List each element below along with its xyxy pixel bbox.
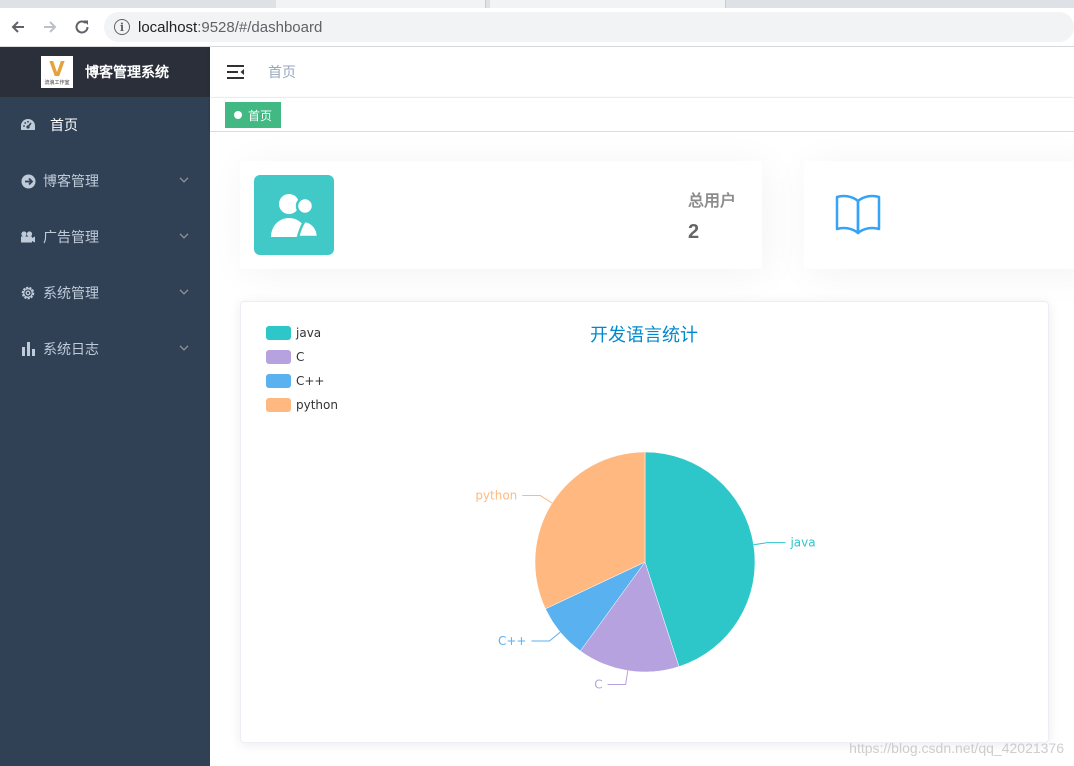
chart-title: 开发语言统计 (590, 325, 698, 346)
legend-swatch-cpp[interactable] (266, 374, 291, 388)
browser-tab[interactable] (490, 0, 726, 8)
pie-label-line-c (607, 670, 629, 685)
tag-active-dot (234, 111, 242, 119)
sidebar-logo[interactable]: V 流浪工作室 博客管理系统 (0, 47, 210, 97)
panel-articles[interactable] (804, 161, 1074, 269)
bar-chart-icon (20, 341, 36, 357)
logo-title: 博客管理系统 (85, 64, 169, 80)
menu-fold-icon (227, 65, 244, 79)
breadcrumb: 首页 (268, 64, 296, 80)
book-icon (835, 194, 881, 235)
legend-swatch-java[interactable] (266, 326, 291, 340)
reload-icon (75, 20, 89, 34)
hamburger-button[interactable] (226, 62, 246, 82)
sidebar-item-label: 博客管理 (43, 173, 99, 189)
sidebar-item-blog[interactable]: 博客管理 (0, 153, 210, 209)
sidebar-item-label: 广告管理 (43, 229, 99, 245)
panel-value: 2 (687, 221, 700, 243)
logo-image: V 流浪工作室 (41, 56, 73, 88)
pie-label-c: C (594, 677, 602, 691)
gear-icon (20, 285, 36, 301)
legend-label-python[interactable]: python (296, 398, 338, 412)
sidebar-item-label: 首页 (50, 117, 78, 133)
navbar: 首页 (210, 47, 1074, 97)
pie-label-python: python (475, 489, 517, 503)
logo-caption: 流浪工作室 (44, 80, 70, 86)
pie-label-line-python (522, 495, 553, 504)
sidebar: V 流浪工作室 博客管理系统 首页 博客管理 广告管理 系统管理 系统日志 (0, 47, 210, 766)
sidebar-item-ads[interactable]: 广告管理 (0, 209, 210, 265)
dashboard-icon (20, 117, 36, 133)
panel-users[interactable]: 总用户 2 (240, 161, 762, 269)
chevron-down-icon (179, 345, 189, 351)
browser-toolbar: i localhost:9528/#/dashboard (0, 8, 1074, 47)
legend-label-java[interactable]: java (295, 326, 321, 340)
dashboard: 总用户 2 开发语言统计 java C C++ python java C C++ pyth… (210, 132, 1074, 766)
chevron-down-icon (179, 233, 189, 239)
back-button[interactable] (4, 13, 32, 41)
url-path: :9528/#/dashboard (197, 18, 323, 36)
sidebar-item-system[interactable]: 系统管理 (0, 265, 210, 321)
address-bar[interactable]: i localhost:9528/#/dashboard (104, 12, 1074, 42)
tag-label: 首页 (248, 108, 273, 123)
pie-label-cpp: C++ (498, 634, 527, 648)
arrow-right-icon (44, 21, 57, 33)
url-host: localhost (138, 18, 198, 36)
sidebar-item-logs[interactable]: 系统日志 (0, 321, 210, 377)
browser-tab[interactable] (276, 0, 486, 8)
sidebar-item-label: 系统日志 (43, 341, 99, 357)
sidebar-item-home[interactable]: 首页 (0, 97, 210, 153)
legend-swatch-python[interactable] (266, 398, 291, 412)
panel-description: 总用户 2 (688, 187, 736, 244)
browser-tab-strip (0, 0, 1074, 8)
pie-label-java: java (789, 536, 815, 550)
panel-label: 总用户 (687, 193, 736, 210)
circle-arrow-icon (20, 173, 36, 189)
legend-swatch-c[interactable] (266, 350, 291, 364)
pie-label-line-java (753, 542, 786, 546)
legend-label-c[interactable]: C (296, 350, 304, 364)
tags-view: 首页 (210, 98, 1074, 132)
panel-icon-wrapper (254, 175, 334, 255)
tag-home[interactable]: 首页 (225, 102, 282, 128)
reload-button[interactable] (68, 13, 96, 41)
chart-card: 开发语言统计 java C C++ python java C C++ python (240, 301, 1049, 743)
arrow-left-icon (11, 21, 24, 33)
camera-icon (20, 229, 36, 245)
chevron-down-icon (179, 289, 189, 295)
pie-label-line-cpp (531, 631, 561, 642)
logo-mark: V (49, 57, 65, 81)
info-icon[interactable]: i (114, 19, 130, 35)
users-icon (271, 194, 320, 239)
sidebar-item-label: 系统管理 (43, 285, 99, 301)
watermark: https://blog.csdn.net/qq_42021376 (849, 740, 1064, 756)
legend-label-cpp[interactable]: C++ (296, 374, 325, 388)
pie-chart[interactable]: 开发语言统计 java C C++ python java C C++ python (241, 302, 1048, 742)
chevron-down-icon (179, 177, 189, 183)
forward-button[interactable] (36, 13, 64, 41)
chart-legend: java C C++ python (266, 326, 338, 412)
pie-slices (534, 451, 756, 673)
